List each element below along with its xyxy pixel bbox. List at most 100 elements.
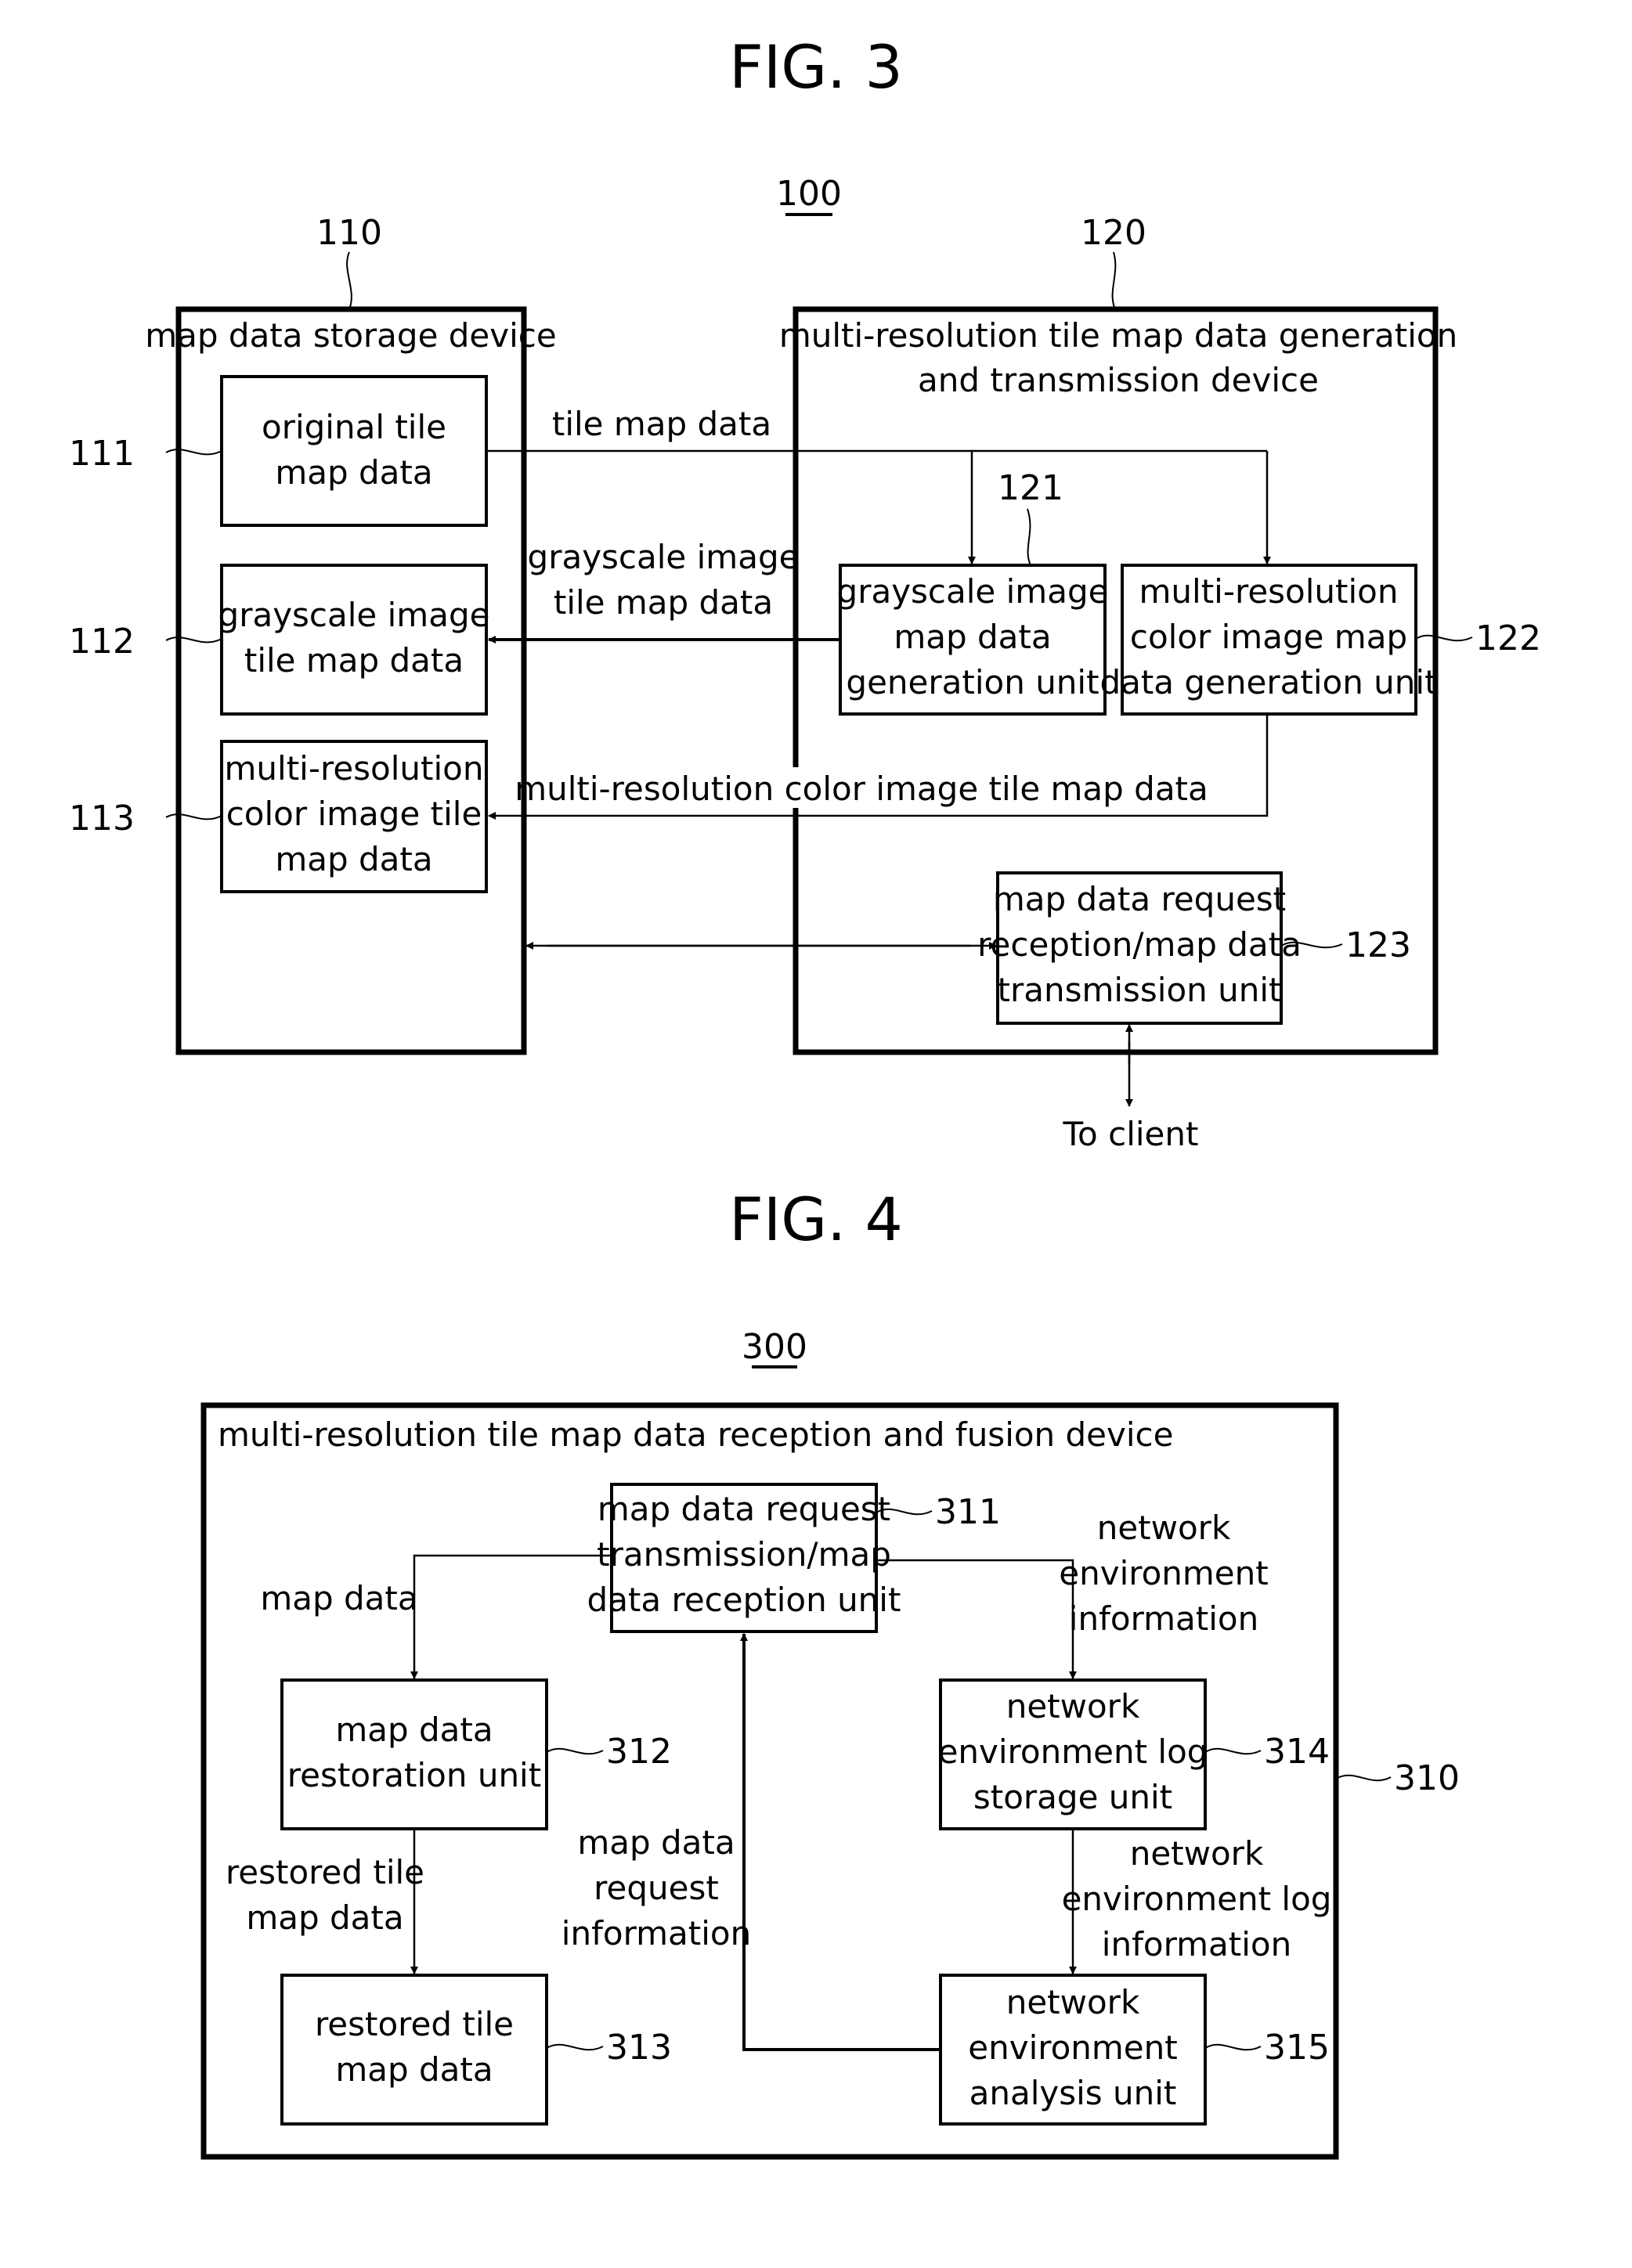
leader-310 [1335, 1774, 1392, 1782]
ref-122: 122 [1475, 618, 1541, 658]
storage-device-ref: 110 [316, 213, 382, 253]
svg-text:multi-resolution: multi-resolution [225, 749, 484, 788]
request-transmission-unit-box: map data request reception/map data tran… [977, 871, 1302, 1025]
fig3-title: FIG. 3 [729, 32, 903, 102]
leader-312 [546, 1747, 604, 1755]
restored-tile-map-data-box: restored tile map data [280, 1974, 548, 2126]
ref-313: 313 [606, 2028, 672, 2068]
ref-113: 113 [69, 799, 135, 838]
grayscale-generation-unit-box: grayscale image map data generation unit [837, 564, 1109, 716]
svg-text:information: information [1069, 1599, 1258, 1638]
generation-device-leader [1111, 251, 1117, 310]
generation-device-label-1: multi-resolution tile map data generatio… [779, 316, 1457, 355]
svg-text:information: information [1102, 1925, 1291, 1963]
svg-text:grayscale image: grayscale image [837, 572, 1109, 611]
svg-text:transmission unit: transmission unit [997, 971, 1281, 1009]
svg-text:map data: map data [260, 1579, 417, 1617]
svg-text:map data: map data [894, 618, 1051, 656]
svg-text:environment: environment [1059, 1554, 1268, 1592]
ref-121: 121 [998, 468, 1063, 508]
svg-text:information: information [561, 1914, 751, 1952]
svg-text:analysis unit: analysis unit [969, 2074, 1177, 2112]
svg-text:map data: map data [335, 2050, 493, 2089]
svg-text:restored tile: restored tile [226, 1853, 424, 1891]
ref-314: 314 [1264, 1732, 1330, 1772]
ref-310: 310 [1394, 1758, 1460, 1798]
svg-text:map data: map data [246, 1898, 403, 1937]
generation-device-ref: 120 [1081, 213, 1146, 253]
request-info-flow: map data request information [561, 1633, 941, 2051]
svg-text:network: network [1097, 1509, 1231, 1547]
ref-112: 112 [69, 622, 135, 662]
to-client-label: To client [1063, 1115, 1199, 1153]
svg-text:tile map data: tile map data [554, 583, 773, 622]
ref-111: 111 [69, 434, 135, 474]
fig3-system-ref: 100 [776, 174, 842, 214]
multires-color-tile-map-data-box: multi-resolution color image tile map da… [220, 740, 488, 893]
svg-text:generation unit: generation unit [846, 663, 1099, 701]
to-client-flow: To client [1063, 1024, 1199, 1153]
svg-text:network: network [1006, 1687, 1140, 1725]
svg-text:request: request [594, 1869, 719, 1907]
leader-111 [165, 449, 222, 456]
patent-figures: FIG. 3 100 110 map data storage device o… [69, 32, 1541, 2160]
leader-122 [1415, 634, 1473, 642]
svg-text:data reception unit: data reception unit [587, 1581, 901, 1619]
ref-312: 312 [606, 1732, 672, 1772]
tile-map-data-label: tile map data [552, 405, 771, 443]
svg-text:reception/map data: reception/map data [977, 925, 1302, 964]
leader-121 [1027, 508, 1031, 566]
network-env-log-flow: network environment log information [1062, 1829, 1332, 1974]
fig4-system-ref: 300 [742, 1327, 807, 1367]
svg-text:environment: environment [968, 2028, 1177, 2067]
svg-text:original tile: original tile [262, 408, 446, 446]
leader-112 [165, 636, 222, 644]
svg-text:restoration unit: restoration unit [287, 1756, 541, 1794]
figure-4: FIG. 4 300 multi-resolution tile map dat… [200, 1184, 1460, 2160]
leader-313 [546, 2043, 604, 2051]
ref-311: 311 [935, 1492, 1001, 1532]
figure-3: FIG. 3 100 110 map data storage device o… [69, 32, 1541, 1153]
network-env-info-flow: network environment information [876, 1509, 1269, 1679]
restored-flow: restored tile map data [226, 1829, 424, 1974]
restoration-unit-box: map data restoration unit [280, 1678, 548, 1830]
svg-text:map data: map data [335, 1711, 493, 1749]
svg-text:map data request: map data request [993, 880, 1286, 918]
svg-text:network: network [1130, 1834, 1264, 1873]
network-analysis-unit-box: network environment analysis unit [939, 1974, 1207, 2126]
svg-text:network: network [1006, 1983, 1140, 2021]
multires-flow: multi-resolution color image tile map da… [488, 714, 1269, 820]
svg-text:restored tile: restored tile [315, 2005, 514, 2043]
svg-text:color image tile: color image tile [226, 795, 482, 833]
ref-315: 315 [1264, 2028, 1330, 2068]
grayscale-flow: grayscale image tile map data [488, 538, 840, 644]
svg-text:environment log: environment log [1062, 1880, 1332, 1918]
svg-text:multi-resolution: multi-resolution [1139, 572, 1399, 611]
fig4-title: FIG. 4 [729, 1184, 903, 1254]
leader-314 [1204, 1747, 1262, 1755]
multires-generation-unit-box: multi-resolution color image map data ge… [1099, 564, 1438, 716]
original-tile-map-data-box: original tile map data [220, 375, 488, 527]
svg-text:map data: map data [275, 840, 432, 878]
network-log-storage-unit-box: network environment log storage unit [938, 1678, 1208, 1830]
multires-flow-label: multi-resolution color image tile map da… [515, 770, 1208, 808]
svg-text:data generation unit: data generation unit [1099, 663, 1437, 701]
reception-fusion-device-label: multi-resolution tile map data reception… [218, 1415, 1173, 1454]
svg-text:grayscale image: grayscale image [218, 596, 490, 634]
grayscale-tile-map-data-box: grayscale image tile map data [218, 564, 490, 716]
svg-text:tile map data: tile map data [244, 641, 464, 680]
leader-315 [1204, 2043, 1262, 2051]
generation-device-label-2: and transmission device [918, 361, 1319, 399]
svg-text:environment log: environment log [938, 1733, 1208, 1771]
svg-text:color image map: color image map [1130, 618, 1407, 656]
svg-text:transmission/map: transmission/map [597, 1535, 891, 1574]
leader-113 [165, 813, 222, 820]
svg-text:storage unit: storage unit [973, 1778, 1172, 1816]
map-data-flow: map data [260, 1554, 612, 1679]
ref-123: 123 [1345, 925, 1411, 965]
svg-text:grayscale image: grayscale image [528, 538, 800, 576]
svg-text:map data: map data [577, 1823, 735, 1862]
storage-device-label: map data storage device [145, 316, 556, 355]
svg-text:map data: map data [275, 453, 432, 492]
svg-text:map data request: map data request [598, 1490, 890, 1528]
